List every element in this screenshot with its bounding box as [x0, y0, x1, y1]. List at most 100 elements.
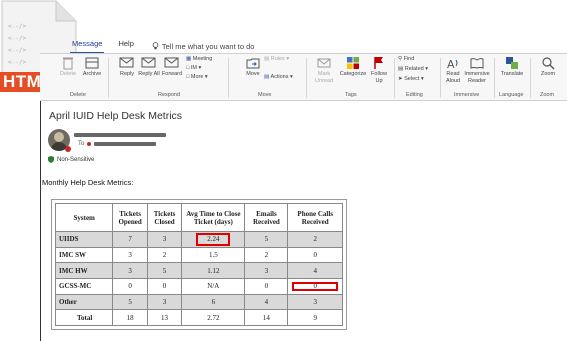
sender-name-redacted: [74, 133, 166, 137]
avg-time-cell: N/A: [181, 277, 246, 295]
emails-cell: 3: [244, 262, 289, 279]
reply-button[interactable]: Reply: [116, 56, 138, 78]
translate-button[interactable]: Translate: [500, 56, 524, 78]
ribbon-toolbar: Delete Archive Reply Reply All Forward ▦…: [40, 54, 567, 100]
avg-time-cell: 1.12: [181, 262, 246, 279]
avg-time-cell: 1.5: [181, 246, 246, 264]
svg-text:<--/>: <--/>: [8, 59, 26, 66]
table-total-row: Total 18 13 2.72 14 9: [54, 309, 343, 326]
tab-help[interactable]: Help: [116, 39, 135, 53]
recipient-name-redacted[interactable]: [94, 142, 157, 146]
tickets-closed-cell: 5: [146, 262, 183, 279]
calls-cell: 3: [287, 293, 343, 311]
metrics-table: System Tickets Opened Tickets Closed Avg…: [51, 199, 347, 330]
to-label: To: [78, 141, 85, 147]
follow-up-button[interactable]: Follow Up: [368, 56, 390, 84]
emails-cell: 0: [244, 277, 289, 295]
tickets-opened-cell: 5: [112, 293, 148, 311]
ribbon-separator: [494, 58, 495, 98]
column-header: Phone Calls Received: [287, 203, 343, 232]
select-button[interactable]: ➤ Select ▾: [398, 76, 432, 83]
calls-cell: 0: [287, 246, 343, 264]
tickets-closed-cell: 3: [146, 293, 183, 311]
column-header: Tickets Closed: [146, 203, 183, 232]
related-icon: ▤: [398, 66, 404, 72]
system-cell: IMC SW: [54, 246, 114, 264]
table-row: IMC HW 3 5 1.12 3 4: [54, 262, 343, 279]
move-button[interactable]: Move: [244, 56, 262, 78]
tell-me-search[interactable]: Tell me what you want to do: [152, 39, 255, 53]
immersive-reader-button[interactable]: Immersive Reader: [464, 56, 490, 84]
search-icon: ⚲: [398, 56, 403, 62]
total-calls-cell: 9: [287, 309, 343, 326]
highlight-box: [292, 281, 338, 291]
actions-button[interactable]: ▤ Actions ▾: [264, 74, 302, 81]
ribbon-bottom-divider: [40, 100, 567, 101]
envelope-icon: [317, 58, 331, 68]
tickets-opened-cell: 3: [112, 246, 148, 264]
table-row: IMC SW 3 2 1.5 2 0: [54, 246, 343, 264]
total-label-cell: Total: [54, 309, 114, 326]
total-avg-cell: 2.72: [181, 309, 246, 326]
recipient-presence-icon: [87, 142, 92, 146]
meeting-button[interactable]: ▦ Meeting: [186, 56, 220, 63]
find-button[interactable]: ⚲ Find: [398, 56, 428, 63]
im-button[interactable]: □ IM ▾: [186, 65, 216, 72]
ribbon-separator: [394, 58, 395, 98]
tab-message[interactable]: Message: [70, 39, 105, 53]
table-row: Other 5 3 6 4 3: [54, 293, 343, 311]
tell-me-text: Tell me what you want to do: [161, 41, 255, 51]
group-label-immersive: Immersive: [454, 92, 480, 98]
column-header: Avg Time to Close Ticket (days): [181, 203, 246, 232]
ribbon-separator: [108, 58, 109, 98]
related-button[interactable]: ▤ Related ▾: [398, 66, 432, 73]
more-respond-button[interactable]: □ More ▾: [186, 74, 220, 81]
message-subject: April IUID Help Desk Metrics: [49, 110, 183, 122]
immersive-reader-icon: [470, 58, 484, 69]
zoom-button[interactable]: Zoom: [538, 56, 558, 78]
group-label-respond: Respond: [158, 92, 181, 98]
tickets-opened-cell: 3: [112, 262, 148, 279]
archive-icon: [85, 57, 99, 69]
total-opened-cell: 18: [112, 309, 148, 326]
reading-pane-border: [40, 101, 41, 341]
lightbulb-icon: [152, 42, 159, 50]
svg-text:<--/>: <--/>: [8, 47, 26, 54]
tickets-opened-cell: 7: [112, 231, 148, 248]
reply-all-icon: [141, 57, 156, 68]
system-cell: GCSS-MC: [54, 277, 114, 295]
trash-icon: [63, 57, 73, 70]
tickets-closed-cell: 2: [146, 246, 183, 264]
group-label-delete: Delete: [70, 92, 86, 98]
forward-icon: [164, 57, 179, 68]
ribbon-separator: [440, 58, 441, 98]
calls-cell: 0: [287, 277, 343, 295]
mark-unread-button[interactable]: Mark Unread: [312, 56, 336, 84]
actions-icon: ▤: [264, 74, 270, 80]
forward-button[interactable]: Forward: [160, 56, 184, 78]
delete-button[interactable]: Delete: [60, 56, 76, 78]
chat-icon: □: [186, 65, 190, 71]
message-intro: Monthly Help Desk Metrics:: [42, 178, 134, 187]
ribbon-separator: [228, 58, 229, 98]
svg-text:A: A: [447, 58, 455, 70]
ribbon-tabs: Message Help Tell me what you want to do: [70, 39, 254, 53]
emails-cell: 5: [244, 231, 289, 248]
avg-time-cell: 6: [181, 293, 246, 311]
emails-cell: 2: [244, 246, 289, 264]
categorize-icon: [347, 57, 359, 69]
translate-icon: [506, 57, 518, 69]
categorize-button[interactable]: Categorize: [338, 56, 368, 78]
tickets-closed-cell: 3: [146, 231, 183, 248]
svg-text:<--/>: <--/>: [8, 35, 26, 42]
group-label-zoom: Zoom: [540, 92, 555, 98]
reply-all-button[interactable]: Reply All: [138, 56, 160, 78]
archive-button[interactable]: Archive: [80, 56, 104, 78]
column-header: Emails Received: [244, 203, 289, 232]
read-aloud-button[interactable]: A Read Aloud: [442, 56, 464, 84]
emails-cell: 4: [244, 293, 289, 311]
cursor-icon: ➤: [398, 76, 403, 82]
sensitivity-label: Non-Sensitive: [48, 156, 94, 163]
rules-button[interactable]: ▤ Rules ▾: [264, 56, 298, 63]
column-header: System: [54, 203, 114, 232]
